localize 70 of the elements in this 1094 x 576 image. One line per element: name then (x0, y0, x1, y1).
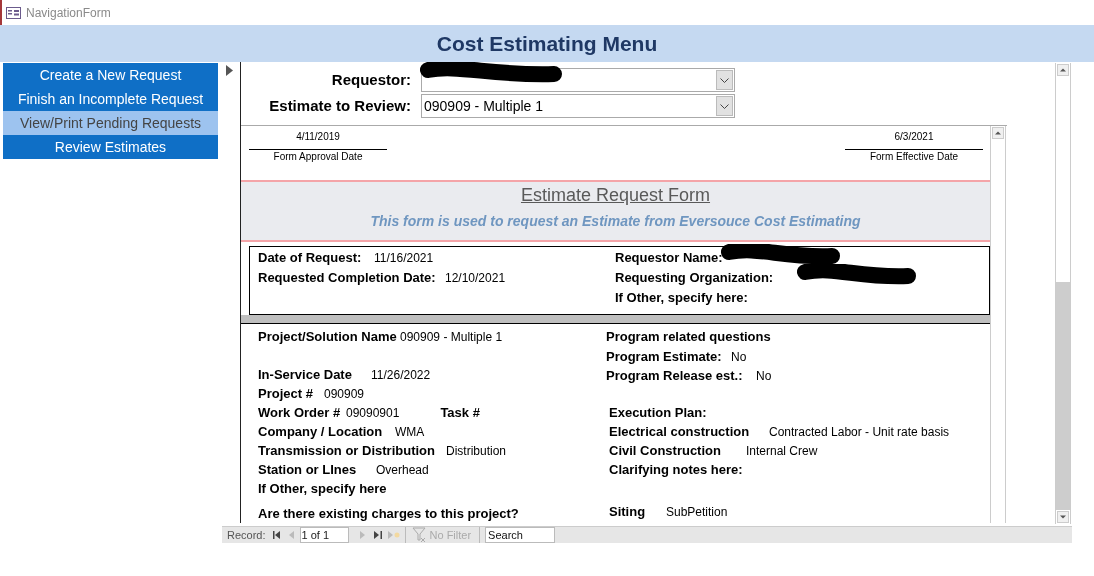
field-label: Project/Solution Name (258, 328, 398, 346)
field-value: 12/10/2021 (445, 270, 506, 287)
scroll-up-icon[interactable] (992, 127, 1004, 139)
form-title: Estimate Request Form (520, 184, 711, 207)
form-icon (6, 6, 21, 19)
field-label: Date of Request: (258, 249, 363, 267)
effective-date: 6/3/2021 (894, 130, 934, 144)
field-label: Transmission or Distribution (258, 442, 436, 460)
field-label: Program Estimate: (606, 348, 723, 366)
form-subtitle: This form is used to request an Estimate from Eversouce Cost Estimating (370, 212, 861, 231)
next-record-icon[interactable] (358, 531, 365, 539)
field-label: Program Release est.: (606, 367, 744, 385)
scroll-up-icon[interactable] (1057, 64, 1069, 76)
field-value: Internal Crew (746, 443, 818, 460)
field-label: If Other, specify here: (615, 289, 749, 307)
field-value: SubPetition (666, 504, 728, 521)
form-scrollbar[interactable] (1055, 63, 1071, 524)
record-position-field[interactable]: 1 of 1 (299, 527, 349, 543)
combo-box[interactable]: 090909 - Multiple 1 (421, 94, 735, 118)
approval-date: 4/11/2019 (296, 130, 340, 144)
nav-button[interactable]: Create a New Request (3, 63, 218, 87)
record-label: Record: (227, 527, 266, 543)
field-label: Requested Completion Date: (258, 269, 437, 287)
nav-button[interactable]: Review Estimates (3, 135, 218, 159)
approval-date-label: Form Approval Date (249, 149, 387, 163)
field-label: Are there existing charges to this project? (258, 505, 519, 523)
field-label: Station or LInes (258, 461, 358, 479)
field-label: Siting (609, 503, 647, 521)
new-record-icon[interactable] (387, 531, 400, 539)
scroll-down-icon[interactable] (1057, 511, 1069, 523)
field-label: Task # (440, 404, 480, 422)
combo-value: 090909 - Multiple 1 (423, 96, 544, 116)
field-value: 11/16/2021 (374, 250, 434, 267)
field-label: Project # (258, 385, 314, 403)
field-label: Work Order # (258, 404, 342, 422)
field-value: 090909 (324, 386, 365, 403)
search-field[interactable]: Search (485, 527, 556, 543)
effective-date-label: Form Effective Date (845, 149, 983, 163)
field-label: Execution Plan: (609, 404, 707, 422)
record-selector-icon[interactable] (225, 65, 233, 76)
window-title: NavigationForm (26, 4, 111, 22)
field-label: Company / Location (258, 423, 384, 441)
header-title: Cost Estimating Menu (436, 30, 658, 57)
scroll-thumb[interactable] (1056, 282, 1070, 510)
field-label: Electrical construction (609, 423, 751, 441)
field-value: No (731, 349, 747, 366)
field-label: Requesting Organization: (615, 269, 775, 287)
field-label: Clarifying notes here: (609, 461, 743, 479)
field-label: Requestor Name: (615, 249, 724, 267)
first-record-icon[interactable] (272, 531, 281, 539)
field-label: In-Service Date (258, 366, 353, 384)
field-value: Contracted Labor - Unit rate basis (769, 424, 950, 441)
field-label: If Other, specify here (258, 480, 387, 498)
field-value: 09090901 (346, 405, 400, 422)
field-value: WMA (395, 424, 425, 441)
field-value: No (756, 368, 772, 385)
nav-button[interactable]: Finish an Incomplete Request (3, 87, 218, 111)
last-record-icon[interactable] (373, 531, 382, 539)
field-label: Estimate to Review: (268, 95, 412, 116)
nav-button[interactable]: View/Print Pending Requests (3, 111, 218, 135)
filter-icon (411, 527, 428, 543)
field-value: Distribution (446, 443, 507, 460)
field-value: 11/26/2022 (371, 367, 431, 384)
field-value: Overhead (376, 462, 429, 479)
subform-scrollbar[interactable] (990, 126, 1006, 523)
field-value: 090909 - Multiple 1 (400, 329, 503, 346)
field-label: Program related questions (606, 328, 771, 346)
field-label: Civil Construction (609, 442, 722, 460)
field-label: Requestor: (330, 69, 412, 90)
previous-record-icon[interactable] (288, 531, 295, 539)
